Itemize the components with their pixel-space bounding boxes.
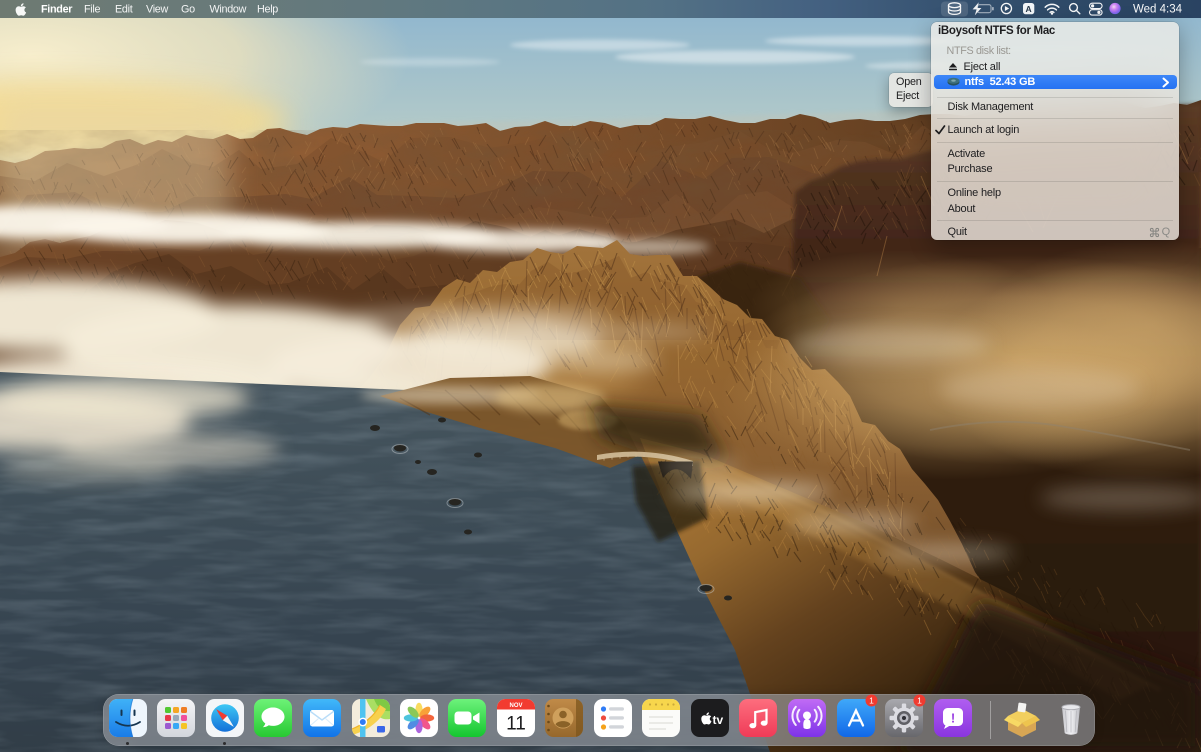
svg-text:Window: Window xyxy=(210,3,247,15)
svg-text:Finder: Finder xyxy=(41,3,73,15)
svg-text:!: ! xyxy=(950,711,954,726)
svg-text:NOV: NOV xyxy=(509,703,522,709)
svg-text:Go: Go xyxy=(181,3,195,15)
svg-text:View: View xyxy=(146,3,169,15)
svg-text:Help: Help xyxy=(257,3,278,15)
svg-text:Edit: Edit xyxy=(115,3,133,15)
svg-text:1: 1 xyxy=(917,695,922,705)
svg-text:tv: tv xyxy=(713,713,724,727)
svg-text:File: File xyxy=(84,3,100,15)
svg-text:1: 1 xyxy=(869,695,874,705)
svg-text:11: 11 xyxy=(506,714,526,735)
svg-text:A: A xyxy=(1026,4,1032,14)
svg-text:Wed 4:34: Wed 4:34 xyxy=(1133,4,1183,16)
